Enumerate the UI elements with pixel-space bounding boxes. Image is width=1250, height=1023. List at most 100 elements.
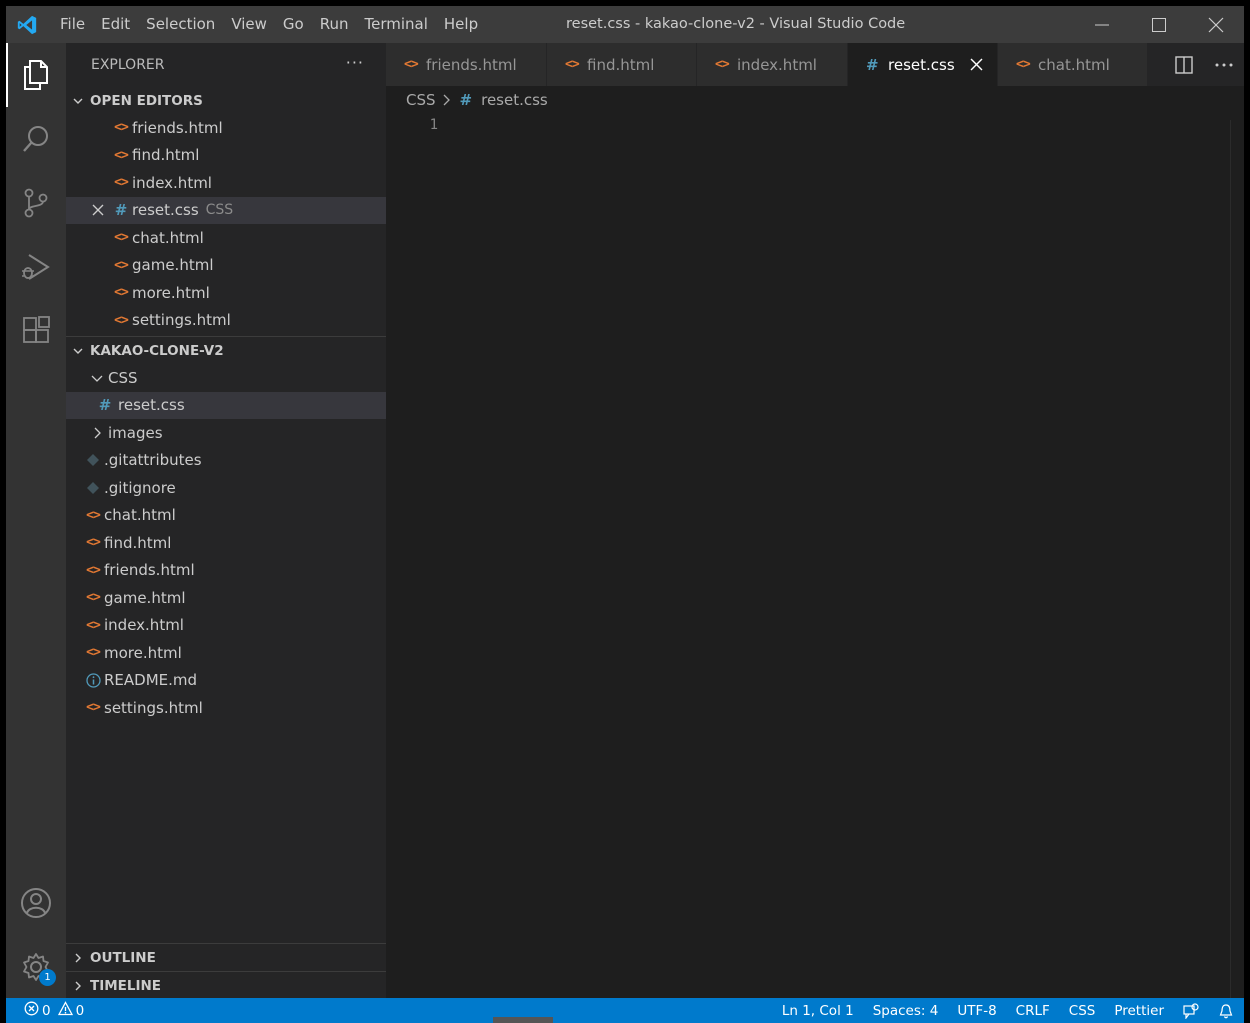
- file-label: .gitignore: [104, 478, 176, 497]
- folder-css[interactable]: CSS: [66, 364, 386, 392]
- explorer-button[interactable]: [6, 43, 66, 107]
- file-row[interactable]: <> game.html: [66, 584, 386, 612]
- file-row[interactable]: <> friends.html: [66, 557, 386, 585]
- maximize-button[interactable]: [1130, 6, 1187, 43]
- file-row[interactable]: <> chat.html: [66, 502, 386, 530]
- search-icon: [23, 126, 48, 152]
- tab-friends-html[interactable]: <> friends.html: [386, 43, 547, 86]
- file-row[interactable]: .gitignore: [66, 474, 386, 502]
- file-reset-css[interactable]: # reset.css: [66, 391, 386, 419]
- run-debug-button[interactable]: [6, 235, 66, 299]
- search-button[interactable]: [6, 107, 66, 171]
- project-folder-header[interactable]: KAKAO-CLONE-V2: [66, 337, 386, 364]
- git-file-icon: [82, 454, 104, 467]
- encoding[interactable]: UTF-8: [957, 1003, 996, 1019]
- folder-images[interactable]: images: [66, 419, 386, 447]
- open-editor-item[interactable]: <> game.html: [66, 252, 386, 280]
- minimize-button[interactable]: [1073, 6, 1130, 43]
- open-editor-label: friends.html: [132, 118, 223, 137]
- open-editor-label: find.html: [132, 146, 200, 165]
- tab-label: friends.html: [426, 55, 517, 74]
- run-debug-icon: [22, 254, 50, 280]
- account-icon: [21, 888, 51, 918]
- outline-header[interactable]: OUTLINE: [66, 943, 386, 971]
- tab-reset-css[interactable]: # reset.css: [848, 43, 998, 86]
- split-editor-button[interactable]: [1164, 43, 1204, 86]
- activity-bar: 1: [6, 43, 66, 998]
- bottom-panels: OUTLINE TIMELINE: [66, 943, 386, 999]
- menu-view[interactable]: View: [223, 6, 275, 43]
- file-row[interactable]: <> settings.html: [66, 694, 386, 722]
- menu-help[interactable]: Help: [436, 6, 486, 43]
- close-tab-icon[interactable]: [970, 43, 983, 86]
- close-editor-icon[interactable]: [92, 197, 104, 225]
- code-editor[interactable]: 1: [386, 114, 1244, 1000]
- menu-terminal[interactable]: Terminal: [357, 6, 436, 43]
- open-editor-item[interactable]: <> friends.html: [66, 114, 386, 142]
- file-label: chat.html: [104, 506, 176, 525]
- explorer-sidebar: EXPLORER ··· OPEN EDITORS <> friends.htm…: [66, 43, 386, 998]
- feedback-icon[interactable]: [1183, 1002, 1199, 1019]
- split-editor-icon: [1175, 55, 1193, 74]
- open-editor-item[interactable]: <> index.html: [66, 169, 386, 197]
- html-file-icon: <>: [565, 57, 580, 72]
- file-row[interactable]: <> find.html: [66, 529, 386, 557]
- cursor-position[interactable]: Ln 1, Col 1: [782, 1003, 854, 1019]
- open-editor-item[interactable]: <> settings.html: [66, 307, 386, 335]
- breadcrumb: CSS # reset.css: [386, 86, 1244, 114]
- menu-edit[interactable]: Edit: [93, 6, 138, 43]
- end-of-line[interactable]: CRLF: [1016, 1003, 1050, 1019]
- timeline-header[interactable]: TIMELINE: [66, 971, 386, 999]
- file-label: more.html: [104, 643, 182, 662]
- problems-indicator[interactable]: 0 0: [6, 998, 87, 1023]
- source-control-button[interactable]: [6, 171, 66, 235]
- open-editor-item[interactable]: <> chat.html: [66, 224, 386, 252]
- open-editor-label: chat.html: [132, 228, 204, 247]
- taskbar-indicator: [493, 1017, 553, 1023]
- file-row[interactable]: <> more.html: [66, 639, 386, 667]
- accounts-button[interactable]: [6, 871, 66, 935]
- html-file-icon: <>: [86, 590, 101, 606]
- extensions-button[interactable]: [6, 299, 66, 363]
- menu-run[interactable]: Run: [312, 6, 357, 43]
- html-file-icon: <>: [114, 120, 129, 136]
- open-editor-item[interactable]: <> more.html: [66, 279, 386, 307]
- git-file-icon: [82, 481, 104, 494]
- open-editor-item-active[interactable]: # reset.css CSS: [66, 196, 386, 225]
- formatter[interactable]: Prettier: [1114, 1003, 1164, 1019]
- open-editor-label: game.html: [132, 256, 214, 275]
- file-label: reset.css: [118, 396, 185, 415]
- tab-chat-html[interactable]: <> chat.html: [998, 43, 1148, 86]
- explorer-title: EXPLORER: [91, 57, 165, 73]
- more-actions-icon[interactable]: ···: [346, 53, 364, 72]
- indentation[interactable]: Spaces: 4: [873, 1003, 939, 1019]
- more-editor-actions-button[interactable]: [1204, 43, 1244, 86]
- css-file-icon: #: [114, 201, 128, 220]
- folder-label: CSS: [108, 368, 138, 387]
- vertical-scrollbar[interactable]: [1230, 120, 1244, 1000]
- menu-go[interactable]: Go: [275, 6, 312, 43]
- tab-index-html[interactable]: <> index.html: [697, 43, 848, 86]
- settings-badge: 1: [39, 969, 56, 986]
- notifications-bell-icon[interactable]: [1218, 1003, 1234, 1019]
- language-mode[interactable]: CSS: [1069, 1003, 1096, 1019]
- css-file-icon: #: [459, 91, 473, 109]
- breadcrumb-folder[interactable]: CSS: [406, 91, 436, 109]
- file-row[interactable]: README.md: [66, 667, 386, 695]
- close-window-button[interactable]: [1187, 6, 1244, 43]
- line-number: 1: [429, 117, 438, 133]
- breadcrumb-file[interactable]: reset.css: [481, 91, 548, 109]
- file-row[interactable]: <> index.html: [66, 612, 386, 640]
- chevron-right-icon: [86, 426, 108, 440]
- tab-find-html[interactable]: <> find.html: [547, 43, 697, 86]
- menu-selection[interactable]: Selection: [138, 6, 223, 43]
- menu-file[interactable]: File: [48, 6, 93, 43]
- manage-settings-button[interactable]: 1: [6, 935, 66, 999]
- file-row[interactable]: .gitattributes: [66, 447, 386, 475]
- open-editor-item[interactable]: <> find.html: [66, 142, 386, 170]
- chevron-right-icon: [66, 980, 90, 992]
- tab-label: index.html: [737, 55, 817, 74]
- vscode-logo-icon: [6, 6, 48, 43]
- chevron-down-icon: [86, 371, 108, 385]
- open-editors-header[interactable]: OPEN EDITORS: [66, 87, 386, 114]
